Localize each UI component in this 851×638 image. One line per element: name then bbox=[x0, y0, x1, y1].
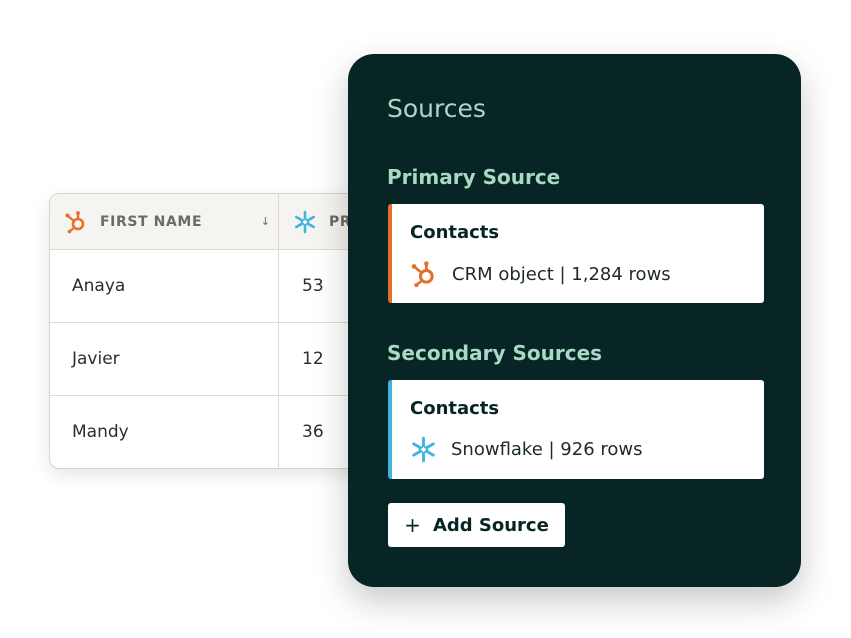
cell-value: 12 bbox=[302, 348, 324, 369]
hubspot-icon bbox=[65, 210, 85, 233]
cell-value: 36 bbox=[302, 421, 324, 442]
source-name: Contacts bbox=[410, 398, 500, 419]
primary-source-heading: Primary Source bbox=[387, 165, 561, 189]
secondary-sources-heading: Secondary Sources bbox=[387, 341, 603, 365]
column-header-label: FIRST NAME bbox=[100, 213, 203, 230]
panel-title: Sources bbox=[387, 94, 486, 123]
cell-value: 53 bbox=[302, 275, 324, 296]
primary-source-card[interactable]: Contacts CRM object | 1,284 rows bbox=[388, 204, 764, 303]
cell-first-name: Javier bbox=[72, 348, 120, 369]
cell-first-name: Mandy bbox=[72, 421, 129, 442]
secondary-source-card[interactable]: Contacts Snowflake | 926 rows bbox=[388, 380, 764, 479]
hubspot-icon bbox=[411, 261, 434, 288]
source-meta-text: CRM object | 1,284 rows bbox=[452, 263, 671, 285]
source-meta: Snowflake | 926 rows bbox=[410, 436, 643, 463]
add-source-button[interactable]: + Add Source bbox=[388, 503, 565, 547]
sources-panel: Sources Primary Source Contacts CRM obje… bbox=[348, 54, 801, 587]
add-source-label: Add Source bbox=[432, 514, 549, 536]
source-meta-text: Snowflake | 926 rows bbox=[451, 439, 643, 460]
column-header-first-name[interactable]: FIRST NAME ↓ bbox=[64, 194, 278, 249]
sort-down-icon[interactable]: ↓ bbox=[261, 215, 270, 228]
cell-first-name: Anaya bbox=[72, 275, 126, 296]
source-name: Contacts bbox=[410, 222, 500, 243]
plus-icon: + bbox=[404, 513, 421, 537]
snowflake-icon bbox=[412, 436, 435, 463]
snowflake-icon bbox=[294, 210, 316, 233]
source-meta: CRM object | 1,284 rows bbox=[410, 260, 671, 288]
